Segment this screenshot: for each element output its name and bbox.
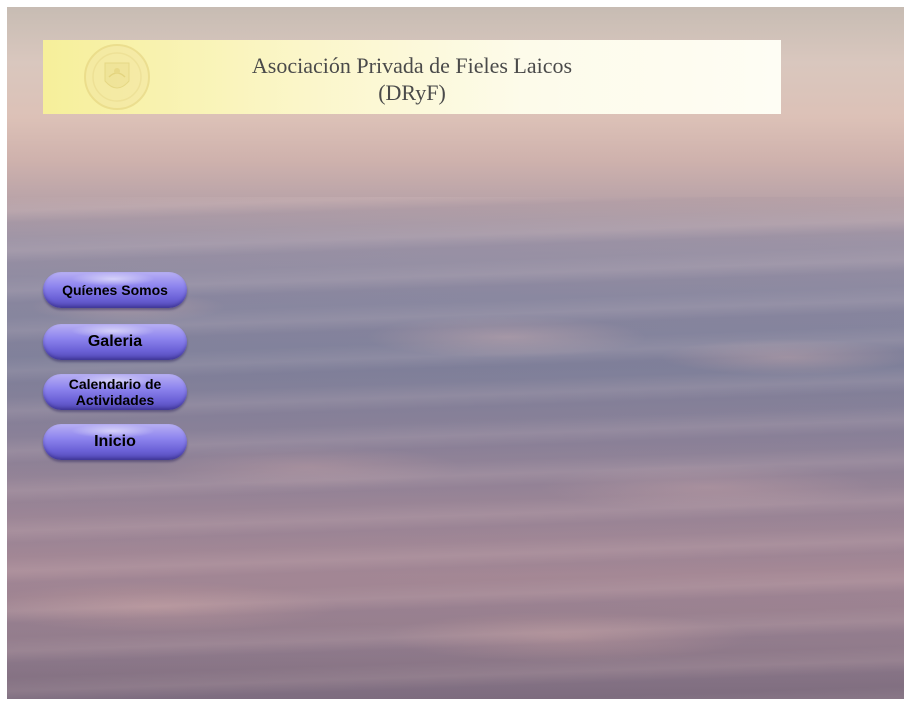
nav-button-label: Inicio	[94, 433, 136, 450]
site-header-banner: Asociación Privada de Fieles Laicos (DRy…	[43, 40, 781, 114]
nav-button-calendario[interactable]: Calendario de Actividades	[43, 374, 187, 410]
nav-button-inicio[interactable]: Inicio	[43, 424, 187, 460]
nav-button-galeria[interactable]: Galeria	[43, 324, 187, 360]
title-line-2: (DRyF)	[378, 80, 446, 105]
nav-button-quienes-somos[interactable]: Quíenes Somos	[43, 272, 187, 308]
nav-button-label: Galeria	[87, 333, 143, 350]
page-background: Asociación Privada de Fieles Laicos (DRy…	[7, 7, 904, 699]
page-title: Asociación Privada de Fieles Laicos (DRy…	[43, 52, 781, 106]
nav-button-label: Calendario de Actividades	[68, 376, 162, 408]
nav-button-label: Quíenes Somos	[62, 282, 168, 298]
title-line-1: Asociación Privada de Fieles Laicos	[251, 53, 573, 78]
